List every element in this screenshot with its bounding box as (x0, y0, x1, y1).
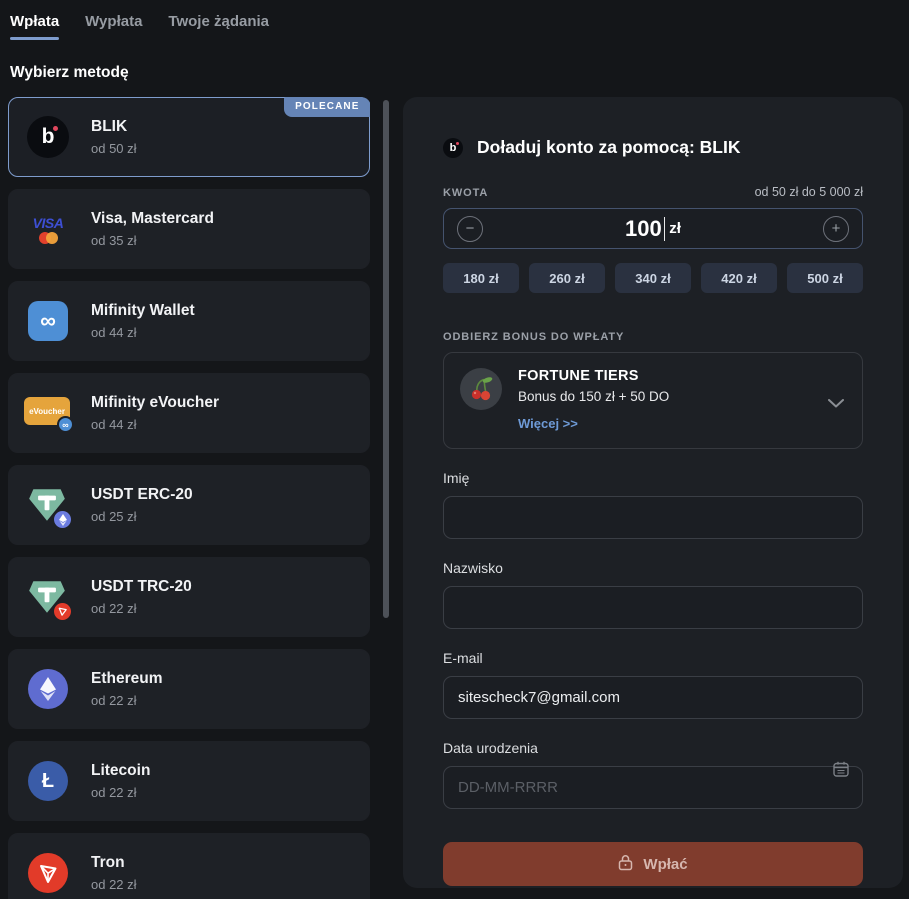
tab-twoje-zadania-label: Twoje żądania (168, 13, 269, 37)
method-name: BLIK (91, 118, 137, 136)
birth-date-field[interactable] (443, 766, 863, 809)
mifinity-wallet-icon: ∞ (23, 301, 73, 341)
method-mifinity-wallet[interactable]: ∞ Mifinity Wallet od 44 zł (8, 281, 370, 361)
litecoin-icon: Ł (23, 761, 73, 801)
method-min-amount: od 25 zł (91, 509, 193, 524)
ethereum-badge-icon (54, 511, 71, 528)
method-usdt-trc20[interactable]: USDT TRC-20 od 22 zł (8, 557, 370, 637)
email-label: E-mail (443, 650, 483, 666)
increase-amount-button[interactable]: + (823, 216, 849, 242)
email-field[interactable] (443, 676, 863, 719)
tab-wplata-label: Wpłata (10, 13, 59, 37)
panel-title: Doładuj konto za pomocą: BLIK (477, 137, 740, 158)
cherries-icon (460, 368, 502, 410)
method-name: Mifinity Wallet (91, 302, 195, 320)
method-tron[interactable]: Tron od 22 zł (8, 833, 370, 899)
blik-dot (53, 126, 58, 131)
last-name-field[interactable] (443, 586, 863, 629)
quick-amount-260[interactable]: 260 zł (529, 263, 605, 293)
panel-header: b Doładuj konto za pomocą: BLIK (443, 137, 863, 158)
active-tab-underline (10, 37, 59, 40)
amount-value-group[interactable]: 100 zł (483, 216, 823, 242)
amount-value: 100 (625, 216, 662, 242)
method-min-amount: od 22 zł (91, 693, 163, 708)
last-name-label: Nazwisko (443, 560, 503, 576)
bonus-more-link[interactable]: Więcej >> (518, 416, 578, 431)
bonus-title: FORTUNE TIERS (518, 368, 669, 384)
payment-methods-list: POLECANE b BLIK od 50 zł VISA Visa, Mast… (8, 97, 370, 899)
recommended-badge: POLECANE (284, 97, 370, 117)
tab-twoje-zadania[interactable]: Twoje żądania (168, 13, 269, 40)
deposit-submit-button[interactable]: Wpłać (443, 842, 863, 886)
method-name: Ethereum (91, 670, 163, 688)
deposit-page: Wpłata Wypłata Twoje żądania Wybierz met… (0, 0, 909, 899)
tab-wplata[interactable]: Wpłata (10, 13, 59, 40)
quick-amount-340[interactable]: 340 zł (615, 263, 691, 293)
tron-icon (23, 853, 73, 893)
quick-amount-180[interactable]: 180 zł (443, 263, 519, 293)
tab-wyplata-label: Wypłata (85, 13, 142, 37)
quick-amounts: 180 zł 260 zł 340 zł 420 zł 500 zł (443, 263, 863, 293)
amount-label: KWOTA (443, 187, 488, 199)
decrease-amount-button[interactable]: − (457, 216, 483, 242)
tron-badge-icon (54, 603, 71, 620)
method-name: Visa, Mastercard (91, 210, 214, 228)
method-min-amount: od 44 zł (91, 417, 219, 432)
first-name-label: Imię (443, 470, 469, 486)
mifinity-evoucher-icon: eVoucher ∞ (23, 393, 73, 433)
first-name-field[interactable] (443, 496, 863, 539)
visa-mastercard-icon: VISA (23, 215, 73, 244)
method-min-amount: od 35 zł (91, 233, 214, 248)
lock-icon (618, 854, 633, 875)
text-cursor (664, 217, 666, 241)
quick-amount-500[interactable]: 500 zł (787, 263, 863, 293)
quick-amount-420[interactable]: 420 zł (701, 263, 777, 293)
amount-currency: zł (669, 220, 681, 237)
method-name: Litecoin (91, 762, 150, 780)
method-litecoin[interactable]: Ł Litecoin od 22 zł (8, 741, 370, 821)
top-tabs: Wpłata Wypłata Twoje żądania (0, 0, 909, 40)
method-min-amount: od 50 zł (91, 141, 137, 156)
usdt-trc20-icon (23, 575, 73, 619)
method-ethereum[interactable]: Ethereum od 22 zł (8, 649, 370, 729)
birth-date-label: Data urodzenia (443, 740, 538, 756)
amount-input[interactable]: − 100 zł + (443, 208, 863, 249)
method-usdt-erc20[interactable]: USDT ERC-20 od 25 zł (8, 465, 370, 545)
blik-icon-small: b (443, 138, 463, 158)
method-blik[interactable]: POLECANE b BLIK od 50 zł (8, 97, 370, 177)
deposit-panel: b Doładuj konto za pomocą: BLIK KWOTA od… (403, 97, 903, 888)
method-name: USDT ERC-20 (91, 486, 193, 504)
bonus-subtitle: Bonus do 150 zł + 50 DO (518, 389, 669, 404)
method-min-amount: od 22 zł (91, 877, 137, 892)
calendar-icon[interactable] (832, 760, 850, 783)
method-min-amount: od 44 zł (91, 325, 195, 340)
amount-range: od 50 zł do 5 000 zł (755, 185, 863, 199)
method-name: Tron (91, 854, 137, 872)
chevron-down-icon[interactable] (828, 395, 844, 413)
method-min-amount: od 22 zł (91, 601, 192, 616)
method-name: Mifinity eVoucher (91, 394, 219, 412)
method-visa-mastercard[interactable]: VISA Visa, Mastercard od 35 zł (8, 189, 370, 269)
ethereum-icon (23, 669, 73, 709)
submit-label: Wpłać (643, 856, 687, 873)
methods-scrollbar[interactable] (383, 100, 389, 618)
blik-icon: b (23, 116, 73, 158)
bonus-card[interactable]: FORTUNE TIERS Bonus do 150 zł + 50 DO Wi… (443, 352, 863, 449)
bonus-section-label: ODBIERZ BONUS DO WPŁATY (443, 331, 863, 343)
usdt-erc20-icon (23, 483, 73, 527)
method-mifinity-evoucher[interactable]: eVoucher ∞ Mifinity eVoucher od 44 zł (8, 373, 370, 453)
choose-method-heading: Wybierz metodę (10, 64, 909, 82)
method-min-amount: od 22 zł (91, 785, 150, 800)
method-name: USDT TRC-20 (91, 578, 192, 596)
tab-wyplata[interactable]: Wypłata (85, 13, 142, 40)
